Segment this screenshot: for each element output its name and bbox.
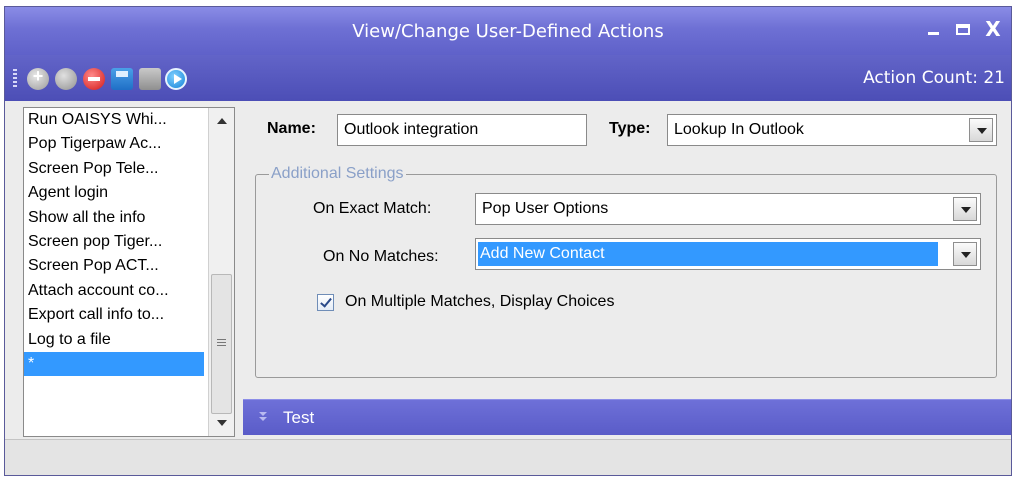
chevron-down-icon[interactable] — [953, 197, 977, 221]
main-window: View/Change User-Defined Actions X Actio… — [4, 6, 1012, 476]
action-count: Action Count: 21 — [863, 68, 1005, 88]
list-item[interactable]: Attach account co... — [24, 279, 204, 303]
toolbar: Action Count: 21 — [5, 55, 1011, 101]
list-item[interactable]: Screen pop Tiger... — [24, 230, 204, 254]
type-label: Type: — [609, 120, 651, 137]
chevron-down-icon[interactable] — [953, 242, 977, 266]
name-label: Name: — [267, 120, 316, 137]
multiple-matches-label[interactable]: On Multiple Matches, Display Choices — [345, 293, 614, 311]
list-item-selected[interactable]: * — [24, 351, 204, 377]
toolbar-grip-icon[interactable] — [13, 69, 17, 87]
chevron-down-icon[interactable] — [969, 118, 993, 142]
scroll-thumb[interactable] — [211, 274, 232, 414]
type-select[interactable]: Lookup In Outlook — [667, 114, 997, 146]
maximize-icon — [956, 24, 970, 35]
list-item[interactable]: Export call info to... — [24, 303, 204, 327]
save-icon[interactable] — [111, 68, 133, 90]
test-panel-label: Test — [283, 408, 315, 427]
list-item[interactable]: Show all the info — [24, 206, 204, 230]
list-item[interactable]: Screen Pop Tele... — [24, 157, 204, 181]
add-icon[interactable] — [27, 66, 49, 90]
no-matches-label: On No Matches: — [323, 248, 439, 265]
list-item[interactable]: Log to a file — [24, 328, 204, 352]
actions-list[interactable]: Run OAISYS Whi... Pop Tigerpaw Ac... Scr… — [23, 107, 235, 437]
exact-match-value: Pop User Options — [482, 200, 609, 217]
exact-match-select[interactable]: Pop User Options — [475, 193, 981, 225]
list-item[interactable]: Pop Tigerpaw Ac... — [24, 132, 204, 156]
list-item[interactable]: Run OAISYS Whi... — [24, 108, 204, 132]
additional-settings-legend: Additional Settings — [269, 165, 406, 183]
copy-icon[interactable] — [55, 68, 77, 90]
expand-chevron-icon[interactable] — [257, 410, 269, 422]
run-icon[interactable] — [165, 68, 187, 90]
scroll-down-icon[interactable] — [217, 420, 227, 426]
window-title: View/Change User-Defined Actions — [352, 21, 664, 42]
exact-match-label: On Exact Match: — [313, 200, 432, 217]
type-select-value: Lookup In Outlook — [674, 121, 804, 138]
multiple-matches-checkbox[interactable] — [317, 294, 334, 311]
close-button[interactable]: X — [981, 16, 1005, 42]
name-input[interactable]: Outlook integration — [337, 114, 587, 146]
no-matches-select[interactable]: Add New Contact — [475, 238, 981, 270]
minimize-button[interactable] — [921, 16, 945, 42]
list-item[interactable]: Agent login — [24, 181, 204, 205]
export-icon[interactable] — [139, 68, 161, 90]
status-bar — [5, 439, 1011, 475]
test-panel-header[interactable]: Test — [243, 399, 1011, 435]
minimize-icon — [927, 32, 939, 35]
grip-icon — [217, 339, 226, 347]
title-bar[interactable]: View/Change User-Defined Actions X — [5, 7, 1011, 55]
list-item[interactable]: Screen Pop ACT... — [24, 254, 204, 278]
no-matches-value: Add New Contact — [478, 242, 938, 266]
maximize-button[interactable] — [951, 16, 975, 42]
list-scrollbar[interactable] — [208, 108, 234, 436]
close-icon: X — [985, 17, 1001, 41]
delete-icon[interactable] — [83, 68, 105, 90]
scroll-up-icon[interactable] — [217, 118, 227, 124]
